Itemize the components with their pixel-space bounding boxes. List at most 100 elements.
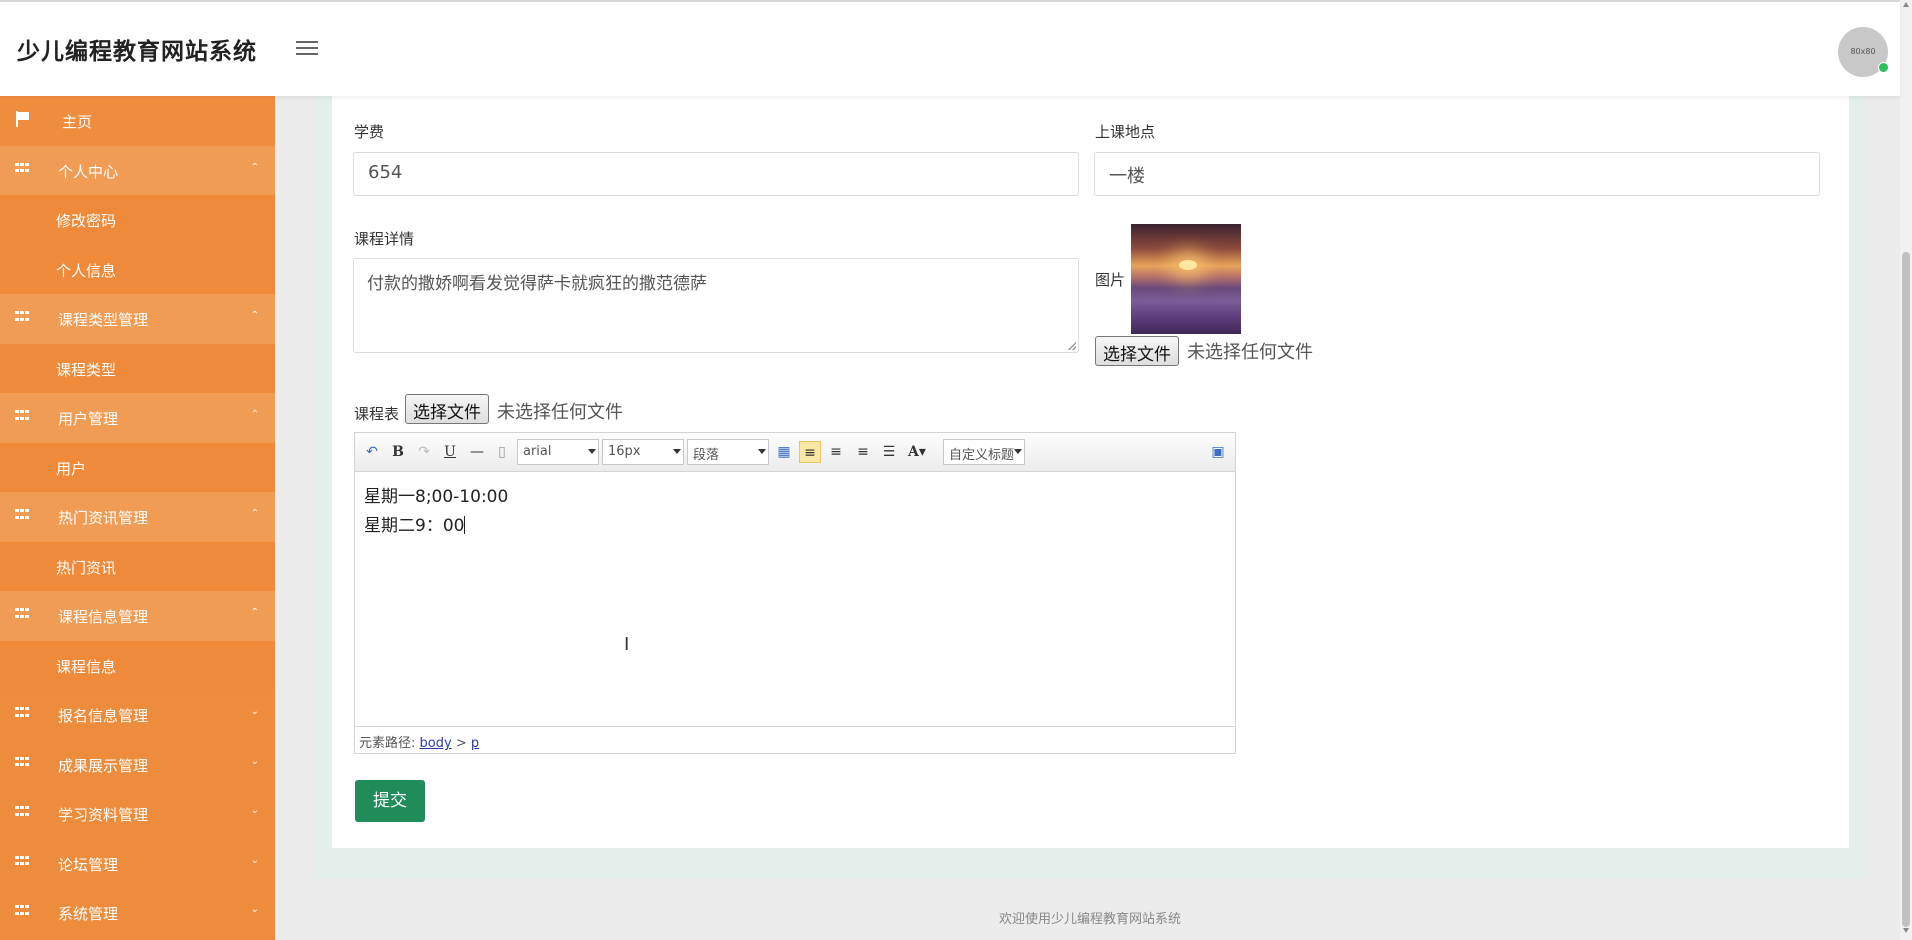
align-justify-icon[interactable]: ☰ (878, 441, 900, 463)
image-file-button[interactable]: 选择文件 (1095, 336, 1179, 366)
scroll-thumb[interactable] (1902, 252, 1910, 927)
custom-heading-select[interactable]: 自定义标题 (943, 439, 1025, 465)
sidebar-item-2[interactable]: 修改密码 (0, 195, 275, 245)
scroll-down-icon[interactable] (1903, 928, 1909, 933)
align-left-icon[interactable]: ≡ (799, 441, 821, 463)
menu-toggle-icon[interactable] (296, 41, 318, 57)
sidebar-item-label: 热门资讯 (56, 558, 117, 577)
chevron-down-icon: ⌄ (250, 755, 259, 767)
sidebar-item-5[interactable]: 课程类型 (0, 343, 275, 393)
online-status-dot (1878, 62, 1889, 73)
fee-label: 学费 (354, 123, 385, 141)
sidebar-item-1[interactable]: ⌃ 个人中心 (0, 145, 275, 195)
sidebar-item-label: 系统管理 (58, 905, 119, 923)
undo-icon[interactable]: ↶ (361, 441, 383, 463)
font-size-select[interactable]: 16px (602, 439, 684, 465)
text-caret (464, 516, 466, 534)
underline-icon[interactable]: U (439, 441, 461, 463)
schedule-file-button[interactable]: 选择文件 (405, 394, 489, 424)
chevron-up-icon: ⌃ (250, 607, 259, 618)
schedule-label: 课程表 (354, 405, 400, 423)
sidebar-item-label: 个人信息 (56, 261, 117, 280)
sidebar-item-label: 主页 (62, 113, 93, 131)
grid-icon (15, 756, 30, 769)
rich-text-editor: ↶ B ↷ U — ▯ arial 16px 段落 ▦ ≡ ≡ ≡ ☰ A▾ 自… (354, 432, 1236, 754)
image-file-status: 未选择任何文件 (1187, 342, 1313, 363)
grid-icon (15, 707, 30, 719)
sidebar-item-8[interactable]: ⌃ 热门资讯管理 (0, 492, 275, 542)
sidebar-item-label: 课程信息管理 (58, 608, 149, 626)
editor-line-2: 星期二9：00 (364, 516, 465, 536)
path-body-link[interactable]: body (420, 736, 452, 751)
sidebar-item-7[interactable]: 用户 (0, 442, 275, 492)
font-size-value: 16px (608, 444, 641, 459)
details-label: 课程详情 (354, 230, 415, 248)
grid-icon (15, 162, 30, 175)
editor-content[interactable]: 星期一8;00-10:00 星期二9：00 (364, 483, 508, 541)
bold-icon[interactable]: B (387, 441, 409, 463)
sidebar-item-6[interactable]: ⌃ 用户管理 (0, 393, 275, 443)
chevron-down-icon: ⌄ (250, 854, 259, 866)
sidebar-item-label: 修改密码 (56, 212, 117, 230)
details-text: 付款的撒娇啊看发觉得萨卡就疯狂的撒范德萨 (367, 274, 707, 294)
path-separator: > (455, 736, 467, 751)
align-right-icon[interactable]: ≡ (825, 441, 847, 463)
submit-button[interactable]: 提交 (355, 780, 425, 822)
sidebar-item-12[interactable]: ⌄ 报名信息管理 (0, 690, 275, 740)
image-label: 图片 (1095, 271, 1126, 289)
site-title: 少儿编程教育网站系统 (17, 39, 257, 65)
sidebar-item-15[interactable]: ⌄ 论坛管理 (0, 838, 275, 888)
sidebar-item-label: 报名信息管理 (58, 707, 149, 725)
top-header: 少儿编程教育网站系统 80x80 (0, 2, 1900, 96)
sidebar-item-label: 成果展示管理 (58, 756, 149, 775)
sidebar-item-9[interactable]: 热门资讯 (0, 541, 275, 591)
sidebar-item-10[interactable]: ⌃ 课程信息管理 (0, 591, 275, 641)
chevron-up-icon: ⌃ (250, 508, 259, 519)
font-family-value: arial (523, 444, 552, 459)
element-path-label: 元素路径: (359, 736, 416, 751)
redo-icon[interactable]: ↷ (413, 441, 435, 463)
editor-toolbar: ↶ B ↷ U — ▯ arial 16px 段落 ▦ ≡ ≡ ≡ ☰ A▾ 自… (355, 433, 1235, 472)
font-color-icon[interactable]: A▾ (906, 441, 928, 463)
sidebar-item-13[interactable]: ⌄ 成果展示管理 (0, 739, 275, 789)
sidebar-item-14[interactable]: ⌄ 学习资料管理 (0, 789, 275, 839)
grid-icon (15, 311, 30, 323)
sidebar-item-0[interactable]: 主页 (0, 96, 275, 146)
footer-text: 欢迎使用少儿编程教育网站系统 (998, 912, 1181, 927)
sidebar-item-11[interactable]: 课程信息 (0, 640, 275, 690)
details-textarea[interactable]: 付款的撒娇啊看发觉得萨卡就疯狂的撒范德萨 (353, 258, 1079, 353)
chevron-up-icon: ⌃ (250, 161, 259, 173)
fullscreen-icon[interactable]: ▣ (1207, 441, 1229, 463)
chevron-up-icon: ⌃ (250, 409, 259, 420)
sidebar-item-4[interactable]: ⌃ 课程类型管理 (0, 294, 275, 344)
custom-heading-value: 自定义标题 (949, 448, 1015, 463)
paragraph-select[interactable]: 段落 (687, 439, 769, 465)
sidebar-item-label: 用户管理 (58, 410, 119, 428)
fee-input[interactable]: 654 (353, 152, 1079, 196)
path-p-link[interactable]: p (471, 736, 479, 751)
sidebar-item-label: 个人中心 (58, 162, 119, 181)
page-scrollbar[interactable] (1900, 0, 1912, 940)
align-center-icon[interactable]: ≡ (852, 441, 874, 463)
sidebar-item-label: 用户 (56, 459, 87, 478)
sidebar-item-label: 课程信息 (56, 657, 117, 676)
horizontal-rule-icon[interactable]: — (466, 441, 488, 463)
font-family-select[interactable]: arial (517, 439, 599, 465)
sidebar-item-16[interactable]: ⌄ 系统管理 (0, 888, 275, 938)
sidebar-item-3[interactable]: 个人信息 (0, 244, 275, 294)
editor-statusbar: 元素路径: body > p (355, 726, 1235, 753)
grid-icon (15, 855, 30, 868)
resize-handle-icon[interactable] (1068, 342, 1076, 350)
sidebar-item-label: 论坛管理 (58, 855, 119, 874)
table-icon[interactable]: ▦ (773, 441, 795, 463)
grid-icon (15, 410, 30, 422)
grid-icon (15, 608, 30, 620)
location-input[interactable]: 一楼 (1094, 152, 1820, 196)
course-image (1131, 224, 1241, 334)
schedule-file-status: 未选择任何文件 (497, 402, 623, 423)
paste-icon[interactable]: ▯ (491, 441, 513, 463)
scroll-up-icon[interactable] (1903, 2, 1909, 7)
sidebar-item-label: 课程类型管理 (58, 311, 149, 329)
sidebar-item-label: 学习资料管理 (58, 806, 149, 824)
sidebar-item-label: 热门资讯管理 (58, 509, 149, 527)
